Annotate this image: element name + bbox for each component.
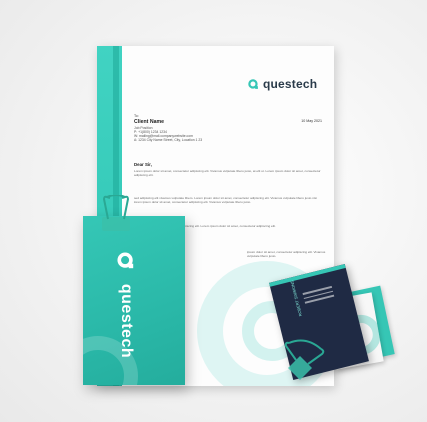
binder-clip-icon (284, 339, 325, 380)
logo-mark-icon (117, 252, 134, 269)
letterhead-to-label: To: (134, 114, 139, 118)
binder-clip-icon (102, 195, 130, 231)
logo-mark-icon (248, 78, 258, 89)
letterhead-date: 10 May 2021 (301, 119, 322, 123)
business-card-contact-lines (302, 285, 335, 306)
letterhead-logo-text: questech (263, 77, 318, 91)
stationery-mockup-scene: questech 10 May 2021 To: Client Name Job… (0, 0, 427, 422)
folder-logo: questech (105, 252, 145, 372)
business-card-name: ROBERT SIMMONS (289, 280, 303, 317)
letterhead-logo: questech (248, 77, 317, 91)
letterhead-salutation: Dear Sir, (134, 162, 152, 167)
letterhead-paragraph: Lorem ipsum dolor sit amet, consectetur … (134, 169, 321, 177)
letterhead-address: Job Position P: +1(800) 1234 1234 W: mai… (134, 126, 203, 143)
letterhead-client-name: Client Name (134, 119, 164, 125)
presentation-folder: questech (83, 216, 185, 385)
folder-logo-text: questech (118, 283, 135, 359)
